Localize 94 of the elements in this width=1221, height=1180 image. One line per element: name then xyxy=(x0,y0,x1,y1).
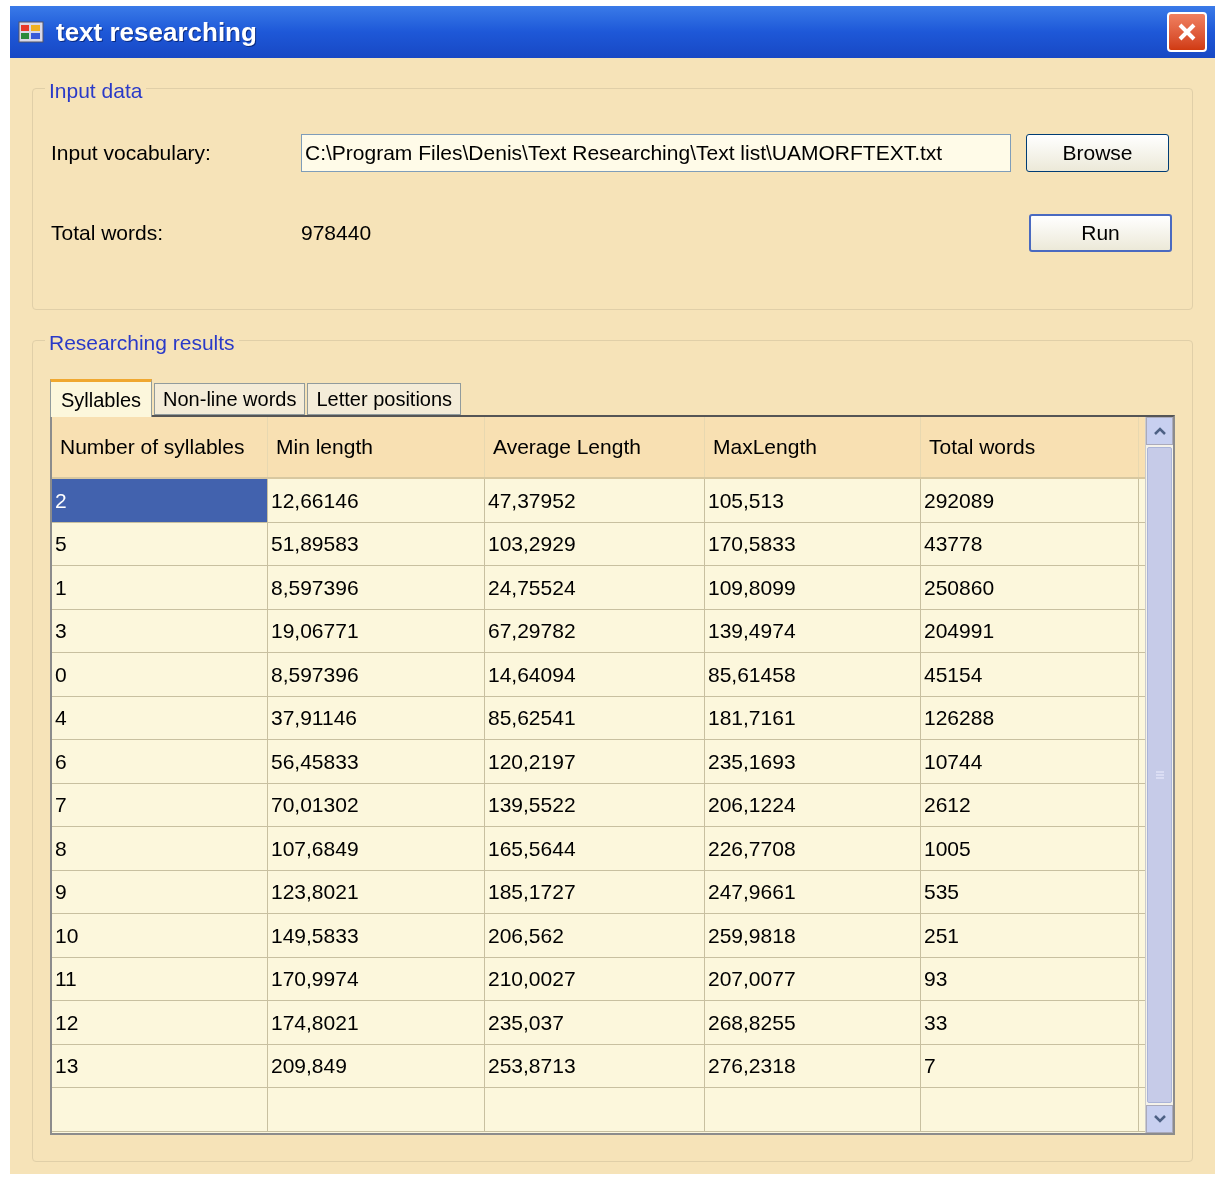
table-cell: 149,5833 xyxy=(268,914,485,957)
table-cell: 4 xyxy=(52,696,268,739)
input-field[interactable]: C:\Program Files\Denis\Text Researching\Text list\UAMORFTEXT.txt xyxy=(301,134,1011,172)
tab[interactable]: Non-line words xyxy=(154,383,306,415)
table-cell: 103,2929 xyxy=(485,522,705,565)
table-cell: 7 xyxy=(52,783,268,826)
table-cell: 8 xyxy=(52,827,268,870)
table-cell: 251 xyxy=(921,914,1139,957)
table-cell: 85,62541 xyxy=(485,696,705,739)
table-cell: 11 xyxy=(52,957,268,1000)
table-cell: 139,5522 xyxy=(485,783,705,826)
browse-button[interactable]: Browse xyxy=(1026,134,1169,172)
table-cell: 7 xyxy=(921,1044,1139,1087)
table-cell: 1 xyxy=(52,566,268,609)
table-cell: 9 xyxy=(52,870,268,913)
table-cell: 120,2197 xyxy=(485,740,705,783)
tab[interactable]: Letter positions xyxy=(307,383,462,415)
scroll-up-button[interactable] xyxy=(1146,417,1173,445)
table-cell: 33 xyxy=(921,1001,1139,1044)
table-cell: 0 xyxy=(52,653,268,696)
table-cell: 12 xyxy=(52,1001,268,1044)
table-cell: 165,5644 xyxy=(485,827,705,870)
app-icon xyxy=(18,20,44,44)
table-cell: 268,8255 xyxy=(705,1001,921,1044)
table-cell: 85,61458 xyxy=(705,653,921,696)
chevron-down-icon xyxy=(1152,1114,1167,1124)
table-cell: 37,91146 xyxy=(268,696,485,739)
table-cell: 235,037 xyxy=(485,1001,705,1044)
table-cell: 12,66146 xyxy=(268,479,485,522)
column-header[interactable]: Total words xyxy=(921,417,1139,477)
table-cell: 13 xyxy=(52,1044,268,1087)
chevron-up-icon xyxy=(1152,426,1167,436)
table-cell: 5 xyxy=(52,522,268,565)
table-cell: 105,513 xyxy=(705,479,921,522)
table-cell: 24,75524 xyxy=(485,566,705,609)
field-label: Input vocabulary: xyxy=(51,140,212,167)
table-cell: 209,849 xyxy=(268,1044,485,1087)
column-header[interactable]: Number of syllables xyxy=(52,417,268,477)
table-cell: 10 xyxy=(52,914,268,957)
field-label: Total words: xyxy=(51,220,165,247)
table-cell: 107,6849 xyxy=(268,827,485,870)
tab[interactable]: Syllables xyxy=(50,379,153,417)
table-cell: 10744 xyxy=(921,740,1139,783)
table-cell: 226,7708 xyxy=(705,827,921,870)
table-cell: 259,9818 xyxy=(705,914,921,957)
table-cell: 126288 xyxy=(921,696,1139,739)
table-cell: 67,29782 xyxy=(485,609,705,652)
table-cell: 185,1727 xyxy=(485,870,705,913)
total-words-value: 978440 xyxy=(301,220,373,247)
table-cell: 206,1224 xyxy=(705,783,921,826)
table-cell: 207,0077 xyxy=(705,957,921,1000)
table-cell: 170,5833 xyxy=(705,522,921,565)
table-cell: 123,8021 xyxy=(268,870,485,913)
table-cell: 235,1693 xyxy=(705,740,921,783)
table-cell: 250860 xyxy=(921,566,1139,609)
table-cell: 51,89583 xyxy=(268,522,485,565)
table-cell: 1005 xyxy=(921,827,1139,870)
table-cell: 139,4974 xyxy=(705,609,921,652)
table-cell: 8,597396 xyxy=(268,653,485,696)
table-cell: 43778 xyxy=(921,522,1139,565)
table-cell: 3 xyxy=(52,609,268,652)
table-cell: 70,01302 xyxy=(268,783,485,826)
table-cell: 204991 xyxy=(921,609,1139,652)
table-cell: 253,8713 xyxy=(485,1044,705,1087)
run-button[interactable]: Run xyxy=(1029,214,1172,252)
table-cell: 292089 xyxy=(921,479,1139,522)
table-cell: 45154 xyxy=(921,653,1139,696)
table-cell: 2 xyxy=(52,479,268,522)
close-icon xyxy=(1176,21,1198,43)
column-header[interactable]: Min length xyxy=(268,417,485,477)
table-cell: 8,597396 xyxy=(268,566,485,609)
table-cell: 206,562 xyxy=(485,914,705,957)
table-cell: 181,7161 xyxy=(705,696,921,739)
table-cell: 6 xyxy=(52,740,268,783)
scroll-down-button[interactable] xyxy=(1146,1105,1173,1133)
scrollbar[interactable] xyxy=(1145,417,1173,1133)
table-cell: 210,0027 xyxy=(485,957,705,1000)
window-title: text researching xyxy=(56,15,258,49)
table-cell: 170,9974 xyxy=(268,957,485,1000)
table-cell: 56,45833 xyxy=(268,740,485,783)
column-header[interactable]: MaxLength xyxy=(705,417,921,477)
close-button[interactable] xyxy=(1167,12,1207,52)
column-header[interactable]: Average Length xyxy=(485,417,705,477)
table-cell: 247,9661 xyxy=(705,870,921,913)
table-cell: 14,64094 xyxy=(485,653,705,696)
table-cell: 174,8021 xyxy=(268,1001,485,1044)
table-cell: 47,37952 xyxy=(485,479,705,522)
table-cell: 276,2318 xyxy=(705,1044,921,1087)
scroll-thumb[interactable] xyxy=(1147,447,1172,1103)
table-cell: 109,8099 xyxy=(705,566,921,609)
table-cell: 19,06771 xyxy=(268,609,485,652)
table-cell: 2612 xyxy=(921,783,1139,826)
table-cell: 93 xyxy=(921,957,1139,1000)
table-cell: 535 xyxy=(921,870,1139,913)
